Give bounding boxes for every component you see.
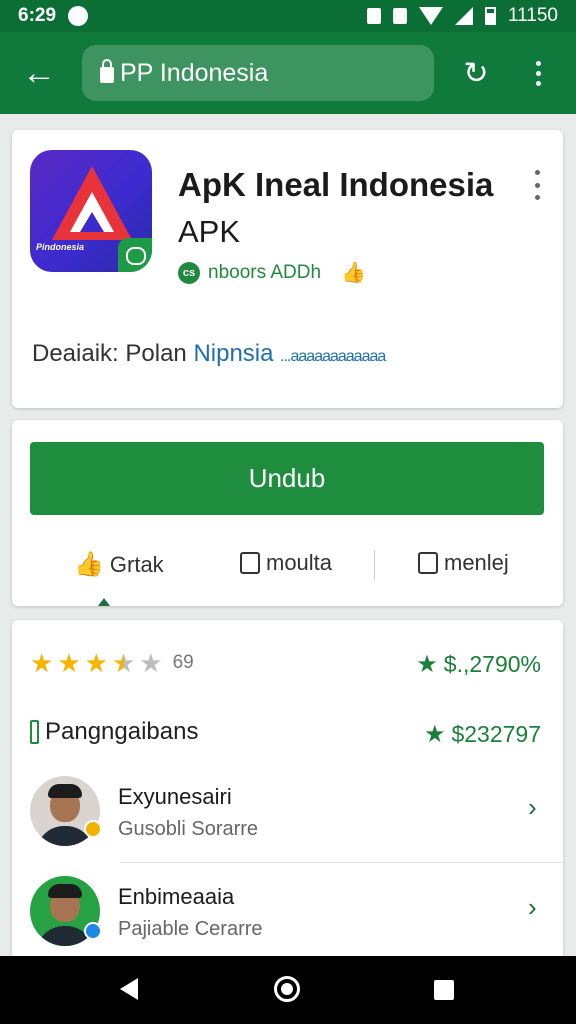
url-bar[interactable]: PP Indonesia xyxy=(82,45,434,101)
wifi-icon xyxy=(418,7,443,25)
status-time: 6:29 xyxy=(18,5,57,26)
app-icon[interactable]: Pindonesia xyxy=(30,150,152,272)
battery-text: 11150 xyxy=(507,5,558,26)
star-icon: ★ xyxy=(416,651,438,678)
more-vert-icon xyxy=(535,60,541,66)
app-title: ApK Ineal Indonesia xyxy=(178,166,494,203)
star-empty-icon: ★ xyxy=(139,648,163,678)
star-icon: ★ xyxy=(84,648,108,678)
star-icon: ★ xyxy=(57,648,81,678)
square-icon xyxy=(240,552,260,574)
app-icon-badge xyxy=(118,238,152,272)
reload-button[interactable]: ↻ xyxy=(456,50,496,96)
action-grtak[interactable]: 👍 Grtak xyxy=(74,550,164,579)
description-highlight: Nipnsia xyxy=(193,340,274,367)
list-item[interactable]: Enbimeaaia Pajiable Cerarre › xyxy=(12,870,563,970)
verified-icon: 👍 xyxy=(341,262,366,284)
action-divider xyxy=(374,550,375,580)
rating-count: 69 xyxy=(172,652,194,673)
chevron-right-icon: › xyxy=(528,892,537,922)
action-moulta[interactable]: moulta xyxy=(240,550,332,576)
rating-stars: ★ ★ ★ ★ ★ 69 xyxy=(30,650,194,676)
reviewer-subtitle: Pajiable Cerarre xyxy=(118,918,263,940)
back-button[interactable]: ← xyxy=(0,32,78,114)
section-marker-icon xyxy=(30,720,39,744)
badge-icon xyxy=(84,922,102,940)
nav-recents-icon[interactable] xyxy=(434,980,454,1000)
star-icon: ★ xyxy=(423,721,446,748)
status-bar: 6:29 11150 xyxy=(0,0,576,32)
more-vert-icon xyxy=(534,170,540,175)
signal-icon xyxy=(454,7,473,25)
list-item[interactable]: Exyunesairi Gusobli Sorarre › xyxy=(12,770,563,870)
developer-icon: cs xyxy=(178,261,200,284)
section-header: Pangngaibans xyxy=(30,718,198,746)
chevron-right-icon: › xyxy=(528,792,537,822)
reviewer-name: Enbimeaaia xyxy=(118,884,235,909)
system-nav-bar xyxy=(0,956,576,1024)
vibrate-icon xyxy=(366,8,381,24)
square-icon xyxy=(418,552,438,574)
nav-back-icon[interactable] xyxy=(120,978,138,1000)
browser-menu-button[interactable] xyxy=(520,50,556,96)
star-half-icon: ★ xyxy=(111,648,136,678)
app-icon-label: Pindonesia xyxy=(36,242,85,252)
app-more-button[interactable] xyxy=(530,170,544,200)
battery-icon xyxy=(484,7,496,25)
reload-icon: ↻ xyxy=(463,56,489,90)
action-menlej[interactable]: menlej xyxy=(418,550,509,576)
browser-toolbar: ← PP Indonesia ↻ xyxy=(0,32,576,114)
url-text: PP Indonesia xyxy=(120,58,269,87)
section-title: Pangngaibans xyxy=(45,718,199,745)
status-icons: 11150 xyxy=(366,5,558,27)
download-card: Undub 👍 Grtak moulta menlej xyxy=(12,420,563,606)
badge-icon xyxy=(84,820,102,838)
app-description: Deaiaik: Polan Nipnsia ...aaaaaaaaaaaa xyxy=(32,340,386,367)
stat-bottom: ★ $232797 xyxy=(423,721,541,748)
lock-icon xyxy=(100,59,114,83)
arrow-left-icon: ← xyxy=(22,53,56,92)
app-info-card: Pindonesia ApK Ineal Indonesia APK cs nb… xyxy=(12,130,563,408)
reviews-card: ★ ★ ★ ★ ★ 69 ★ $.,2790% Pangngaibans ★ $… xyxy=(12,620,563,966)
reviewer-subtitle: Gusobli Sorarre xyxy=(118,818,259,840)
developer-row[interactable]: cs nboors ADDh 👍 xyxy=(178,260,366,285)
stat-top: ★ $.,2790% xyxy=(416,651,541,678)
thumb-up-icon: 👍 xyxy=(74,551,104,578)
notification-icon xyxy=(68,6,89,26)
star-icon: ★ xyxy=(30,648,54,678)
active-tab-indicator xyxy=(98,598,110,606)
reviewer-name: Exyunesairi xyxy=(118,784,232,809)
description-more-link[interactable]: ...aaaaaaaaaaaa xyxy=(280,348,386,365)
sim-icon xyxy=(392,8,407,24)
download-button[interactable]: Undub xyxy=(30,442,544,515)
nav-home-icon[interactable] xyxy=(274,976,300,1002)
divider xyxy=(120,862,563,863)
developer-name: nboors ADDh xyxy=(208,261,322,283)
app-subtitle: APK xyxy=(178,214,241,249)
